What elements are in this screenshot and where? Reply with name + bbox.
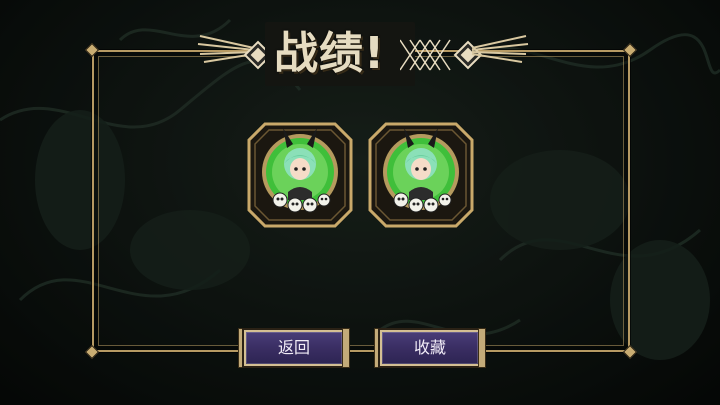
dialog-title: 战绩! [274, 28, 386, 79]
dialog-frame-inner-border [98, 56, 624, 346]
right-wing-ornament-icon [471, 35, 529, 63]
achievement-medal[interactable] [368, 122, 474, 228]
collect-button[interactable]: 收藏 [380, 330, 480, 366]
achievement-medal[interactable] [247, 122, 353, 228]
back-button-right-cap [342, 328, 350, 368]
collect-button-right-cap [478, 328, 486, 368]
back-button[interactable]: 返回 [244, 330, 344, 366]
